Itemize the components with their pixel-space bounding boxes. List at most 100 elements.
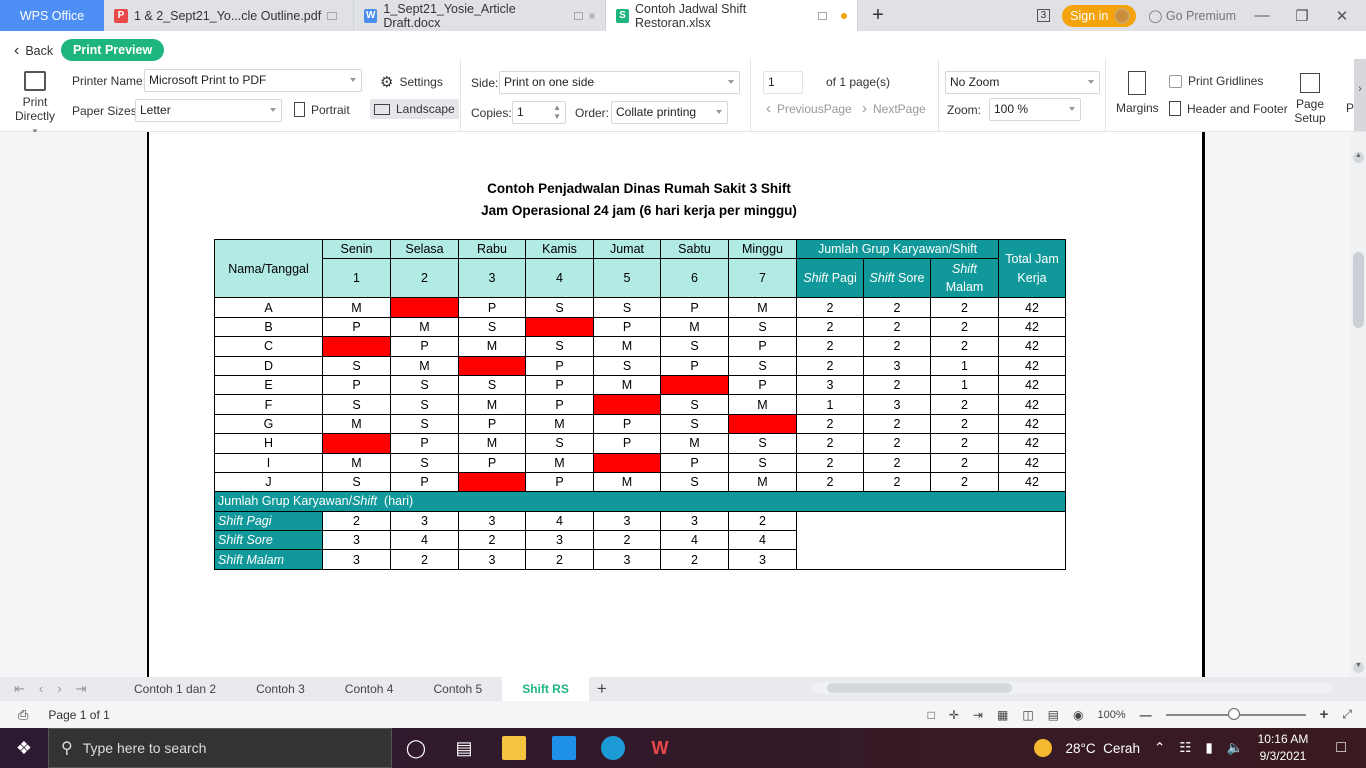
windows-start-icon[interactable]: ❖ xyxy=(12,736,36,760)
header-footer-button[interactable]: Header and Footer xyxy=(1169,101,1288,116)
tab-pdf-outline[interactable]: P 1 & 2_Sept21_Yo...cle Outline.pdf xyxy=(104,0,354,31)
page-number-input[interactable]: 1 xyxy=(763,71,803,94)
day-off-cell xyxy=(525,316,594,338)
shift-count-sore: 2 xyxy=(863,336,931,357)
sheet-tab[interactable]: Contoh 4 xyxy=(325,677,414,701)
settings-button[interactable]: ⚙ Settings xyxy=(380,73,443,91)
tab-xlsx-jadwal[interactable]: S Contoh Jadwal Shift Restoran.xlsx xyxy=(606,0,858,31)
wifi-icon[interactable]: ☷ xyxy=(1179,740,1191,756)
order-select[interactable]: Collate printing xyxy=(611,101,728,124)
fit-page-icon[interactable]: ⇥ xyxy=(973,708,983,722)
shift-italic: Shift xyxy=(951,262,977,277)
settings-label: Settings xyxy=(399,75,443,89)
paper-size-select[interactable]: Letter xyxy=(135,99,282,122)
margins-button[interactable]: Margins xyxy=(1116,71,1159,115)
printer-name-select[interactable]: Microsoft Print to PDF xyxy=(144,69,362,92)
shift-malam-header: Shift Malam xyxy=(930,258,999,299)
wps-taskbar-icon[interactable]: W xyxy=(648,736,672,760)
next-page-button[interactable]: › NextPage xyxy=(862,100,926,117)
employee-name: C xyxy=(214,336,323,357)
eye-protection-icon[interactable]: ◉ xyxy=(1073,708,1083,722)
notifications-icon[interactable]: □ xyxy=(1336,739,1346,757)
zoom-mode-select[interactable]: No Zoom xyxy=(945,71,1100,94)
vertical-scrollbar[interactable]: ▲ ▼ xyxy=(1350,132,1366,677)
back-button[interactable]: ‹ Back xyxy=(14,42,53,60)
read-mode-icon[interactable]: □ xyxy=(928,708,935,722)
cortana-icon[interactable]: ◯ xyxy=(404,736,428,760)
clock[interactable]: 10:16 AM 9/3/2021 xyxy=(1258,731,1309,765)
weather-icon[interactable] xyxy=(1033,739,1052,757)
sheet-tab[interactable]: Contoh 5 xyxy=(413,677,502,701)
zoom-level[interactable]: 100% xyxy=(1097,709,1125,721)
battery-icon[interactable]: ▮ xyxy=(1205,740,1212,756)
last-sheet-icon[interactable]: ⇥ xyxy=(76,681,87,697)
minimize-button[interactable]: — xyxy=(1248,7,1276,24)
shift-cell: P xyxy=(525,355,594,376)
chevron-up-icon[interactable]: ⌃ xyxy=(1154,740,1165,756)
zoom-out-button[interactable]: — xyxy=(1140,708,1152,722)
copies-stepper[interactable]: 1 ▲ ▼ xyxy=(512,101,566,124)
side-select[interactable]: Print on one side xyxy=(499,71,740,94)
add-sheet-button[interactable]: + xyxy=(589,679,615,699)
shift-cell: S xyxy=(322,394,391,415)
page-layout-icon[interactable]: ◫ xyxy=(1022,708,1033,722)
print-directly-text: Directly xyxy=(14,109,55,123)
page-setup-button[interactable]: Page Setup xyxy=(1294,73,1326,125)
date-header: 7 xyxy=(728,258,797,299)
normal-view-icon[interactable]: ▦ xyxy=(997,708,1008,722)
new-tab-button[interactable]: + xyxy=(858,0,898,31)
zoom-slider-handle[interactable] xyxy=(1227,707,1240,720)
portrait-button[interactable]: Portrait xyxy=(294,102,350,117)
freeze-icon[interactable]: ✛ xyxy=(949,708,959,722)
print-preview-toolbar: ‹ Back Print Preview Print Directly ▼ Pri… xyxy=(0,31,1366,136)
clock-time: 10:16 AM xyxy=(1257,732,1309,746)
day-off-cell xyxy=(593,394,661,415)
scrollbar-thumb[interactable] xyxy=(827,683,1012,693)
landscape-button[interactable]: Landscape xyxy=(370,99,459,119)
shift-italic: Shift xyxy=(869,271,895,286)
close-button[interactable]: ✕ xyxy=(1328,7,1356,25)
weather-text[interactable]: 28°C Cerah xyxy=(1066,741,1140,756)
previous-page-button[interactable]: ‹ PreviousPage xyxy=(766,100,852,117)
sheet-tab[interactable]: Contoh 3 xyxy=(236,677,325,701)
fullscreen-icon[interactable]: ⤢ xyxy=(1342,707,1352,722)
schedule-row: A M P S S P M 2 2 2 42 xyxy=(214,297,1066,318)
employee-name: J xyxy=(214,471,323,493)
sheet-tab-active[interactable]: Shift RS xyxy=(502,677,589,701)
print-preview-badge: Print Preview xyxy=(61,39,165,61)
scroll-down-button[interactable]: ▼ xyxy=(1353,662,1364,673)
zoom-in-button[interactable]: + xyxy=(1320,706,1329,723)
edge-icon[interactable] xyxy=(601,736,625,760)
volume-icon[interactable]: 🔈 xyxy=(1227,740,1244,756)
wps-office-tab[interactable]: WPS Office xyxy=(0,0,104,31)
first-sheet-icon[interactable]: ⇤ xyxy=(14,681,25,697)
file-explorer-icon[interactable] xyxy=(502,736,526,760)
scroll-up-button[interactable]: ▲ xyxy=(1353,152,1364,163)
summary-value: 2 xyxy=(660,549,729,570)
shift-cell: S xyxy=(593,297,661,318)
scrollbar-thumb[interactable] xyxy=(1353,252,1364,328)
summary-empty-area xyxy=(796,510,1066,570)
taskbar-search-input[interactable]: ⚲ Type here to search xyxy=(48,728,392,768)
date-header: 1 xyxy=(322,258,391,299)
print-directly-button[interactable]: Print Directly ▼ xyxy=(10,71,60,137)
sign-in-button[interactable]: Sign in xyxy=(1062,4,1137,27)
tab-docx-draft[interactable]: W 1_Sept21_Yosie_Article Draft.docx xyxy=(354,0,606,31)
zoom-slider[interactable] xyxy=(1165,707,1306,720)
sheet-tab[interactable]: Contoh 1 dan 2 xyxy=(114,677,236,701)
page-break-icon[interactable]: ▤ xyxy=(1048,708,1059,722)
day-off-cell xyxy=(593,452,661,473)
horizontal-scrollbar[interactable] xyxy=(812,682,1332,694)
prev-sheet-icon[interactable]: ‹ xyxy=(39,681,43,697)
print-gridlines-checkbox[interactable]: Print Gridlines xyxy=(1169,74,1263,88)
page-status-icon: ⎙ xyxy=(18,706,29,722)
task-view-icon[interactable]: ▤ xyxy=(452,736,476,760)
window-count-button[interactable]: 3 xyxy=(1036,9,1051,22)
copies-label: Copies: xyxy=(471,106,512,120)
restore-button[interactable]: ❐ xyxy=(1288,7,1316,25)
go-premium-button[interactable]: ◯ Go Premium xyxy=(1148,8,1236,23)
next-sheet-icon[interactable]: › xyxy=(57,681,61,697)
toolbar-scroll-right-button[interactable]: › xyxy=(1354,59,1366,131)
zoom-select[interactable]: 100 % xyxy=(989,98,1081,121)
mail-icon[interactable] xyxy=(552,736,576,760)
